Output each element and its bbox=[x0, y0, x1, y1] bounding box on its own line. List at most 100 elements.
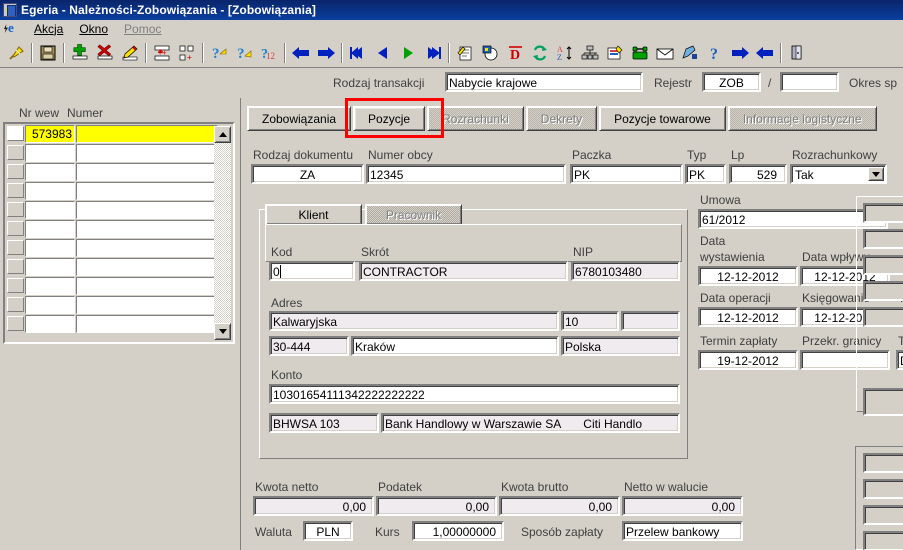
nip-field[interactable]: 6780103480 bbox=[571, 261, 680, 281]
cell-nr-wew[interactable] bbox=[25, 276, 75, 295]
cell-numer[interactable] bbox=[76, 124, 218, 143]
right-arrow-icon[interactable] bbox=[314, 41, 337, 65]
clipped-field-2[interactable] bbox=[863, 229, 903, 249]
cell-nr-wew[interactable] bbox=[25, 162, 75, 181]
tab-informacje-logistyczne[interactable]: Informacje logistyczne bbox=[727, 106, 877, 131]
cell-nr-wew[interactable] bbox=[25, 238, 75, 257]
skrot-field[interactable]: CONTRACTOR bbox=[359, 261, 568, 281]
tab-pozycje-towarowe[interactable]: Pozycje towarowe bbox=[599, 106, 726, 131]
table-row[interactable] bbox=[5, 162, 233, 181]
last-record-icon[interactable] bbox=[421, 41, 444, 65]
cell-nr-wew[interactable]: 573983 bbox=[25, 124, 75, 143]
first-record-icon[interactable] bbox=[346, 41, 369, 65]
row-selector[interactable] bbox=[7, 202, 24, 217]
kurs-field[interactable]: 1,00000000 bbox=[412, 521, 504, 541]
table-row[interactable] bbox=[5, 295, 233, 314]
clipped-field-4[interactable] bbox=[863, 281, 903, 301]
podatek-field[interactable]: 0,00 bbox=[376, 496, 497, 516]
kwota-netto-field[interactable]: 0,00 bbox=[253, 496, 374, 516]
table-row[interactable]: 573983 bbox=[5, 124, 233, 143]
clipped-field-5[interactable] bbox=[863, 307, 903, 327]
rozrachunkowy-select[interactable]: Tak bbox=[790, 164, 887, 184]
row-selector[interactable] bbox=[7, 126, 24, 141]
scrollbar-track[interactable] bbox=[214, 143, 231, 323]
cell-numer[interactable] bbox=[76, 143, 218, 162]
clipped-field-3[interactable] bbox=[863, 255, 903, 275]
lp-field[interactable]: 529 bbox=[729, 164, 787, 184]
table-row[interactable] bbox=[5, 143, 233, 162]
row-selector[interactable] bbox=[7, 278, 24, 293]
cell-numer[interactable] bbox=[76, 162, 218, 181]
kraj-field[interactable]: Polska bbox=[561, 336, 680, 356]
cell-nr-wew[interactable] bbox=[25, 257, 75, 276]
subtab-klient[interactable]: Klient bbox=[265, 204, 362, 225]
netto-w-walucie-field[interactable]: 0,00 bbox=[622, 496, 743, 516]
count-12-icon[interactable]: ? 12 bbox=[257, 41, 280, 65]
clipped-field-8[interactable] bbox=[863, 479, 903, 499]
question-mark-icon[interactable]: ? bbox=[703, 41, 726, 65]
scroll-down-icon[interactable] bbox=[214, 323, 231, 340]
cell-numer[interactable] bbox=[76, 238, 218, 257]
blue-question-icon[interactable]: ? bbox=[232, 41, 255, 65]
duplicate-icon[interactable]: + bbox=[175, 41, 198, 65]
records-grid[interactable]: 573983 bbox=[3, 122, 235, 344]
clipped-field-9[interactable] bbox=[863, 505, 903, 525]
left-arrow-icon[interactable] bbox=[289, 41, 312, 65]
menu-item-akcja[interactable]: Akcja bbox=[26, 21, 71, 38]
attachment-icon[interactable] bbox=[478, 41, 501, 65]
rejestr-number-field[interactable] bbox=[780, 72, 839, 92]
cell-nr-wew[interactable] bbox=[25, 181, 75, 200]
grid-scrollbar[interactable] bbox=[214, 126, 231, 340]
menu-item-okno[interactable]: Okno bbox=[71, 21, 116, 38]
row-selector[interactable] bbox=[7, 240, 24, 255]
tab-zobowiazania[interactable]: Zobowiązania bbox=[247, 106, 352, 131]
cell-numer[interactable] bbox=[76, 219, 218, 238]
prev-record-icon[interactable] bbox=[371, 41, 394, 65]
clipped-field-6[interactable] bbox=[863, 388, 903, 416]
subtab-pracownik[interactable]: Pracownik bbox=[365, 204, 462, 225]
table-row[interactable] bbox=[5, 257, 233, 276]
right-arrow-icon[interactable] bbox=[728, 41, 751, 65]
clipped-field-10[interactable] bbox=[863, 531, 903, 550]
row-selector[interactable] bbox=[7, 259, 24, 274]
row-selector[interactable] bbox=[7, 183, 24, 198]
table-row[interactable] bbox=[5, 314, 233, 333]
numer-obcy-field[interactable]: 12345 bbox=[366, 164, 566, 184]
green-plus-icon[interactable] bbox=[68, 41, 91, 65]
sort-az-icon[interactable]: A Z bbox=[553, 41, 576, 65]
insert-row-icon[interactable]: ++ bbox=[150, 41, 173, 65]
ulica-field[interactable]: Kalwaryjska bbox=[269, 311, 559, 331]
cell-numer[interactable] bbox=[76, 295, 218, 314]
envelope-icon[interactable] bbox=[653, 41, 676, 65]
miasto-field[interactable]: Kraków bbox=[351, 336, 559, 356]
rodzaj-transakcji-field[interactable]: Nabycie krajowe bbox=[445, 72, 643, 92]
data-operacji-field[interactable]: 12-12-2012 bbox=[698, 307, 798, 327]
data-wystawienia-field[interactable]: 12-12-2012 bbox=[698, 266, 798, 286]
floppy-disk-icon[interactable] bbox=[36, 41, 59, 65]
termin-zaplaty-field[interactable]: 19-12-2012 bbox=[698, 350, 798, 370]
nr-lokalu-field[interactable] bbox=[621, 311, 680, 331]
cell-numer[interactable] bbox=[76, 314, 218, 333]
cell-nr-wew[interactable] bbox=[25, 200, 75, 219]
next-record-icon[interactable] bbox=[396, 41, 419, 65]
bank-name-field[interactable]: Bank Handlowy w Warszawie SA Citi Handlo bbox=[381, 413, 680, 433]
cell-numer[interactable] bbox=[76, 200, 218, 219]
clipped-field-7[interactable] bbox=[863, 453, 903, 473]
chevron-down-icon[interactable] bbox=[868, 167, 884, 181]
paczka-field[interactable]: PK bbox=[570, 164, 683, 184]
scroll-up-icon[interactable] bbox=[214, 126, 231, 143]
exit-door-icon[interactable] bbox=[785, 41, 808, 65]
clipped-field-1[interactable] bbox=[863, 203, 903, 223]
blue-query-icon[interactable]: ? bbox=[207, 41, 230, 65]
menu-item-pomoc[interactable]: Pomoc bbox=[116, 21, 169, 38]
left-arrow-icon[interactable] bbox=[753, 41, 776, 65]
bank-code-field[interactable]: BHWSA 103 bbox=[269, 413, 379, 433]
red-x-icon[interactable] bbox=[93, 41, 116, 65]
table-row[interactable] bbox=[5, 181, 233, 200]
kod-pocztowy-field[interactable]: 30-444 bbox=[269, 336, 349, 356]
cell-numer[interactable] bbox=[76, 181, 218, 200]
row-selector[interactable] bbox=[7, 297, 24, 312]
cell-nr-wew[interactable] bbox=[25, 295, 75, 314]
note-pencil-icon[interactable] bbox=[453, 41, 476, 65]
print-preview-icon[interactable] bbox=[603, 41, 626, 65]
